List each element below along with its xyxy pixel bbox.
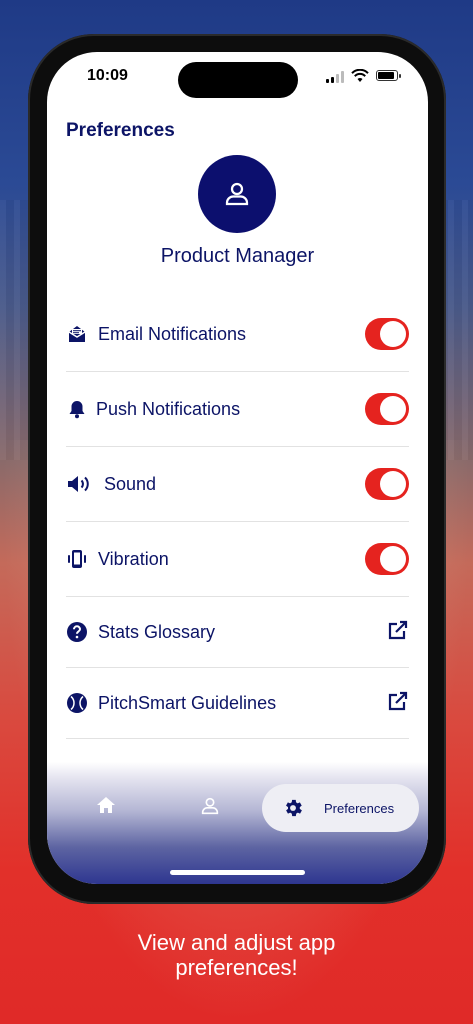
setting-row-email-notifications[interactable]: Email Notifications — [66, 297, 409, 372]
home-icon — [97, 797, 115, 813]
marketing-caption: View and adjust app preferences! — [0, 930, 473, 980]
vibration-toggle[interactable] — [365, 543, 409, 575]
caption-line-2: preferences! — [175, 955, 298, 980]
wifi-icon — [351, 69, 369, 82]
battery-icon — [376, 70, 401, 81]
setting-label: Vibration — [98, 548, 169, 569]
link-row-stats-glossary[interactable]: Stats Glossary — [66, 597, 409, 668]
email-notifications-toggle[interactable] — [365, 318, 409, 350]
setting-row-sound[interactable]: Sound — [66, 447, 409, 522]
setting-row-push-notifications[interactable]: Push Notifications — [66, 372, 409, 447]
setting-row-vibration[interactable]: Vibration — [66, 522, 409, 597]
user-name: Product Manager — [160, 245, 315, 267]
link-label: Stats Glossary — [98, 621, 216, 642]
signal-icon — [326, 71, 346, 83]
dynamic-island — [178, 62, 298, 98]
status-bar: 10:09 — [47, 52, 428, 102]
caption-line-1: View and adjust app — [137, 930, 336, 955]
envelope-icon — [66, 323, 88, 345]
push-notifications-toggle[interactable] — [365, 393, 409, 425]
page-title: Preferences — [66, 120, 175, 141]
external-link-icon[interactable] — [387, 619, 409, 646]
tab-profile[interactable] — [199, 795, 221, 817]
tab-bar: Preferences — [47, 762, 428, 884]
gear-icon — [286, 799, 302, 817]
setting-label: Email Notifications — [98, 323, 247, 344]
setting-label: Push Notifications — [96, 398, 241, 419]
link-label: PitchSmart Guidelines — [98, 692, 277, 713]
baseball-icon — [66, 692, 88, 714]
avatar[interactable] — [198, 155, 276, 233]
bell-icon — [66, 398, 88, 420]
settings-list: Email Notifications Push Notifications S… — [66, 297, 409, 739]
tab-home[interactable] — [95, 795, 117, 815]
app-screen: 10:09 Preferences Product Manager Email … — [47, 52, 428, 884]
external-link-icon[interactable] — [387, 690, 409, 717]
speaker-icon — [66, 473, 94, 495]
tab-label: Preferences — [324, 800, 395, 816]
home-indicator — [170, 870, 305, 875]
tab-preferences[interactable]: Preferences — [262, 784, 419, 832]
status-time: 10:09 — [87, 67, 128, 84]
sound-toggle[interactable] — [365, 468, 409, 500]
user-icon — [225, 182, 249, 206]
link-row-pitchsmart-guidelines[interactable]: PitchSmart Guidelines — [66, 668, 409, 739]
user-icon — [201, 797, 219, 815]
phone-vibrate-icon — [66, 548, 88, 570]
setting-label: Sound — [104, 473, 157, 494]
question-circle-icon — [66, 621, 88, 643]
